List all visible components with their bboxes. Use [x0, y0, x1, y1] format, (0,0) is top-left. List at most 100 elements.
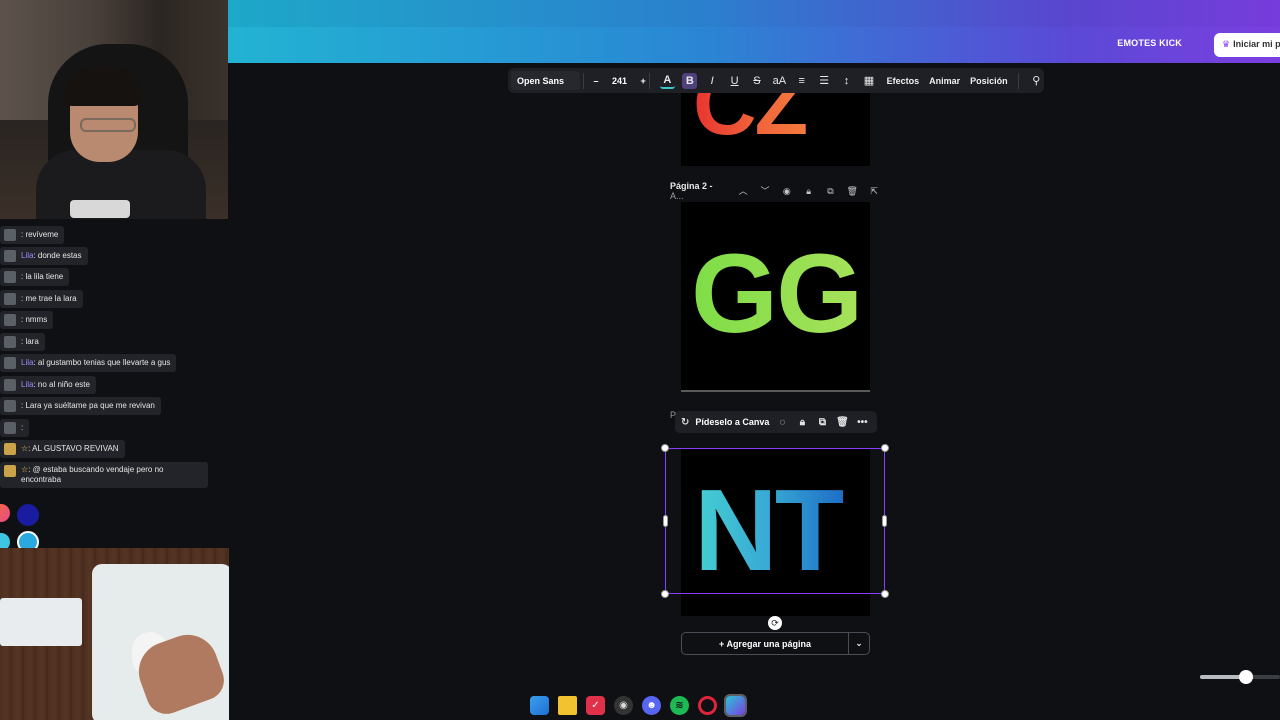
resize-handle-left[interactable] — [663, 515, 668, 527]
taskbar: ✓ ◉ ☻ ≋ — [530, 692, 750, 718]
resize-handle-tr[interactable] — [881, 444, 889, 452]
chat-message: ☆: AL GUSTAVO REVIVAN — [0, 440, 125, 458]
resize-handle-br[interactable] — [881, 590, 889, 598]
resize-handle-tl[interactable] — [661, 444, 669, 452]
bold-button[interactable]: B — [682, 72, 698, 89]
app-red-icon[interactable]: ✓ — [586, 695, 605, 715]
strikethrough-button[interactable]: S — [749, 73, 764, 89]
chat-message: Lila: al gustambo tenias que llevarte a … — [0, 354, 177, 372]
font-family-dropdown[interactable]: Open Sans — [511, 71, 581, 90]
effects-button[interactable]: Efectos — [887, 76, 920, 86]
font-size-input[interactable]: 241 — [606, 76, 632, 86]
underline-button[interactable]: U — [727, 73, 742, 89]
avatar — [4, 336, 16, 348]
discord-icon[interactable]: ☻ — [642, 695, 661, 715]
canva-icon[interactable] — [724, 693, 747, 717]
decrease-size-button[interactable]: – — [593, 76, 598, 86]
color-swatch[interactable] — [17, 504, 39, 526]
animate-button[interactable]: Animar — [929, 76, 960, 86]
header-top-strip — [228, 0, 1280, 27]
avatar — [4, 400, 16, 412]
position-button[interactable]: Posición — [970, 76, 1008, 86]
chevron-down-icon[interactable]: ⌄ — [849, 633, 869, 654]
element-toolbar: ↻ Pídeselo a Canva ◌ 🔒︎ ⧉ 🗑︎ ••• — [675, 411, 877, 433]
toolbar-divider — [1017, 72, 1019, 89]
avatar — [4, 422, 16, 434]
ask-canva-button[interactable]: Pídeselo a Canva — [695, 417, 769, 427]
spacing-icon[interactable]: ↕ — [839, 73, 854, 89]
more-options-icon[interactable]: ••• — [855, 417, 869, 428]
chat-message: ☆: @ estaba buscando vendaje pero no enc… — [0, 462, 208, 488]
transparency-icon[interactable]: ▦ — [861, 73, 876, 89]
avatar — [4, 229, 16, 241]
avatar — [4, 357, 16, 369]
italic-button[interactable]: I — [704, 73, 719, 89]
app-header: EMOTES KICK ♛ Iniciar mi p — [228, 0, 1280, 63]
emotes-kick-link[interactable]: EMOTES KICK — [1117, 38, 1182, 48]
spotify-icon[interactable]: ≋ — [670, 695, 689, 715]
page-2-header: Página 2 - A... ︿ ﹀ ◉ 🔒︎ ⧉ 🗑︎ ⇱ — [670, 181, 880, 201]
add-page-icon[interactable]: ⇱ — [868, 185, 880, 197]
start-button-label: Iniciar mi p — [1233, 39, 1280, 49]
avatar — [4, 314, 16, 326]
chevron-up-icon[interactable]: ︿ — [737, 185, 749, 197]
avatar — [4, 465, 16, 477]
avatar — [4, 250, 16, 262]
chat-message: : lara — [0, 333, 45, 351]
chat-message: : revíveme — [0, 226, 65, 244]
chat-message: : me trae la lara — [0, 290, 83, 308]
text-toolbar: Open Sans – 241 + A B I U S aA ≡ ☰ ↕ ▦ E… — [508, 68, 1044, 93]
webcam-overlay — [0, 0, 228, 219]
letter-case-button[interactable]: aA — [772, 73, 787, 89]
paint-format-icon[interactable]: ⚲ — [1029, 73, 1044, 89]
delete-icon[interactable]: 🗑︎ — [846, 185, 858, 197]
zoom-slider-knob[interactable] — [1239, 670, 1253, 684]
align-center-icon[interactable]: ≡ — [794, 73, 809, 89]
add-page-button[interactable]: + Agregar una página — [682, 633, 849, 654]
avatar — [4, 293, 16, 305]
duplicate-icon[interactable]: ⧉ — [825, 185, 837, 197]
obs-icon[interactable]: ◉ — [614, 695, 633, 715]
chat-message: : Lara ya suéltame pa que me revivan — [0, 397, 161, 415]
rotate-icon[interactable]: ⟳ — [768, 616, 782, 630]
resize-handle-right[interactable] — [882, 515, 887, 527]
list-icon[interactable]: ☰ — [816, 73, 831, 89]
chevron-down-icon[interactable]: ﹀ — [759, 185, 771, 197]
lock-icon[interactable]: 🔒︎ — [803, 185, 815, 197]
duplicate-icon[interactable]: ⧉ — [815, 417, 829, 428]
crown-icon: ♛ — [1222, 39, 1231, 49]
streamer-glasses — [80, 118, 136, 132]
microphone — [70, 200, 130, 218]
page-2-label[interactable]: Página 2 - A... — [670, 181, 727, 201]
stream-chat: : revíveme Lila: donde estas : la lila t… — [0, 226, 215, 496]
opera-icon[interactable] — [698, 695, 717, 715]
avatar — [4, 271, 16, 283]
resize-handle-bl[interactable] — [661, 590, 669, 598]
selection-box[interactable] — [661, 444, 889, 598]
add-page-control: + Agregar una página ⌄ — [681, 632, 870, 655]
font-size-control: – 241 + — [593, 76, 645, 86]
chat-message: : la lila tiene — [0, 268, 70, 286]
toolbar-divider — [648, 72, 650, 89]
toolbar-divider — [583, 72, 585, 89]
page-2-text[interactable]: GG — [691, 238, 863, 350]
color-swatch[interactable] — [0, 504, 10, 522]
page-1-canvas[interactable]: CZ — [681, 93, 870, 166]
keyboard — [0, 598, 82, 646]
text-color-icon[interactable]: A — [659, 73, 676, 89]
windows-start-icon[interactable] — [530, 695, 549, 715]
chat-message: Lila: donde estas — [0, 247, 88, 265]
start-button[interactable]: ♛ Iniciar mi p — [1214, 33, 1280, 57]
page-1-text[interactable]: CZ — [693, 93, 808, 155]
handcam-overlay — [0, 548, 229, 720]
magic-icon[interactable]: ↻ — [681, 417, 689, 428]
lock-icon[interactable]: 🔒︎ — [795, 417, 809, 428]
hide-icon[interactable]: ◉ — [781, 185, 793, 197]
chat-message: : nmms — [0, 311, 54, 329]
delete-icon[interactable]: 🗑︎ — [835, 417, 849, 428]
file-explorer-icon[interactable] — [558, 695, 577, 715]
avatar — [4, 443, 16, 455]
increase-size-button[interactable]: + — [640, 76, 645, 86]
page-2-canvas[interactable]: GG — [681, 202, 870, 391]
comment-icon[interactable]: ◌ — [775, 417, 789, 428]
